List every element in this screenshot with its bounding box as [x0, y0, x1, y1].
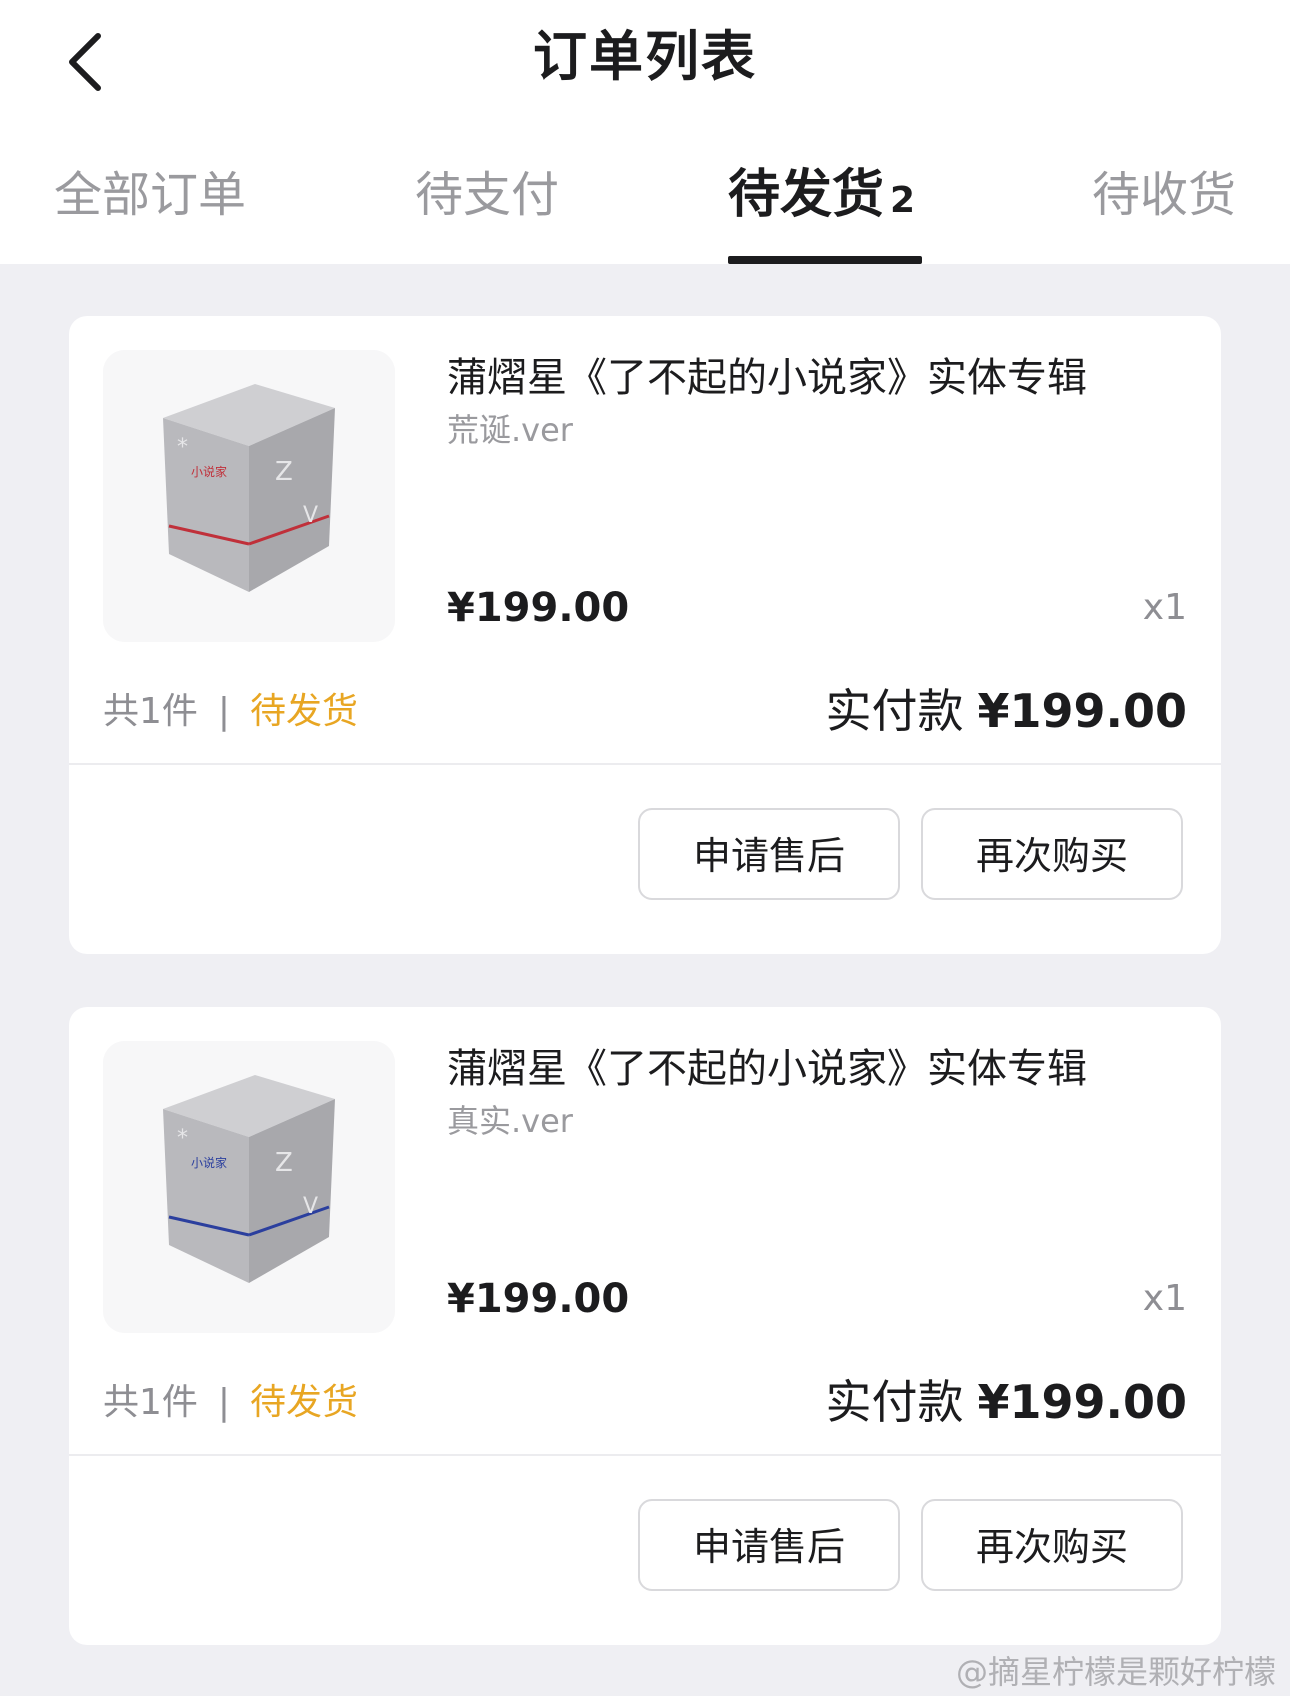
watermark-text: @摘星柠檬是颗好柠檬: [955, 1653, 1276, 1691]
tab-pending-payment[interactable]: 待支付: [415, 160, 559, 230]
buy-again-button[interactable]: 再次购买: [921, 808, 1183, 900]
order-card[interactable]: 小说家 Z V * 蒲熠星《了不起的小说家》实体专辑 真实.ver ¥199.0…: [69, 1007, 1221, 1645]
top-bar: 订单列表 全部订单 待支付 待发货 2 待收货: [0, 0, 1290, 264]
svg-text:V: V: [303, 1194, 318, 1219]
paid-amount: ¥199.00: [977, 1375, 1187, 1429]
svg-text:小说家: 小说家: [191, 464, 227, 479]
album-box-image: 小说家 Z V *: [103, 1041, 395, 1333]
product-title[interactable]: 蒲熠星《了不起的小说家》实体专辑: [447, 350, 1087, 406]
product-quantity: x1: [1142, 1278, 1187, 1319]
paid-total: 实付款 ¥199.00: [825, 1371, 1187, 1433]
card-divider: [69, 1454, 1221, 1456]
tab-label: 待发货: [728, 165, 885, 225]
product-price: ¥199.00: [447, 1276, 630, 1322]
product-variant: 真实.ver: [447, 1102, 573, 1140]
item-count: 共1件: [103, 691, 198, 732]
tab-pending-shipment[interactable]: 待发货 2: [728, 160, 915, 236]
card-divider: [69, 763, 1221, 765]
tab-all-orders[interactable]: 全部订单: [54, 160, 246, 230]
svg-text:V: V: [303, 503, 318, 528]
order-tabs: 全部订单 待支付 待发货 2 待收货: [0, 150, 1290, 264]
page-title: 订单列表: [533, 25, 757, 88]
order-status: 待发货: [250, 1382, 359, 1423]
item-count: 共1件: [103, 1382, 198, 1423]
product-price: ¥199.00: [447, 585, 630, 631]
paid-amount: ¥199.00: [977, 684, 1187, 738]
order-summary: 共1件 | 待发货: [103, 686, 358, 738]
svg-text:Z: Z: [275, 457, 293, 487]
product-quantity: x1: [1142, 587, 1187, 628]
product-image[interactable]: 小说家 Z V *: [103, 1041, 395, 1333]
after-sale-button[interactable]: 申请售后: [638, 808, 900, 900]
paid-total: 实付款 ¥199.00: [825, 680, 1187, 742]
svg-text:小说家: 小说家: [191, 1155, 227, 1170]
order-summary: 共1件 | 待发货: [103, 1377, 358, 1429]
svg-text:Z: Z: [275, 1148, 293, 1178]
order-status: 待发货: [250, 691, 359, 732]
product-title[interactable]: 蒲熠星《了不起的小说家》实体专辑: [447, 1041, 1087, 1097]
paid-label: 实付款: [825, 684, 964, 738]
svg-text:*: *: [177, 1126, 188, 1151]
order-card[interactable]: 小说家 Z V * 蒲熠星《了不起的小说家》实体专辑 荒诞.ver ¥199.0…: [69, 316, 1221, 954]
after-sale-button[interactable]: 申请售后: [638, 1499, 900, 1591]
separator: |: [217, 1382, 231, 1423]
svg-text:*: *: [177, 435, 188, 460]
buy-again-button[interactable]: 再次购买: [921, 1499, 1183, 1591]
active-tab-indicator: [728, 256, 922, 264]
product-image[interactable]: 小说家 Z V *: [103, 350, 395, 642]
product-variant: 荒诞.ver: [447, 411, 573, 449]
tab-pending-receipt[interactable]: 待收货: [1092, 160, 1236, 230]
paid-label: 实付款: [825, 1375, 964, 1429]
album-box-image: 小说家 Z V *: [103, 350, 395, 642]
separator: |: [217, 691, 231, 732]
tab-count-badge: 2: [890, 180, 916, 221]
